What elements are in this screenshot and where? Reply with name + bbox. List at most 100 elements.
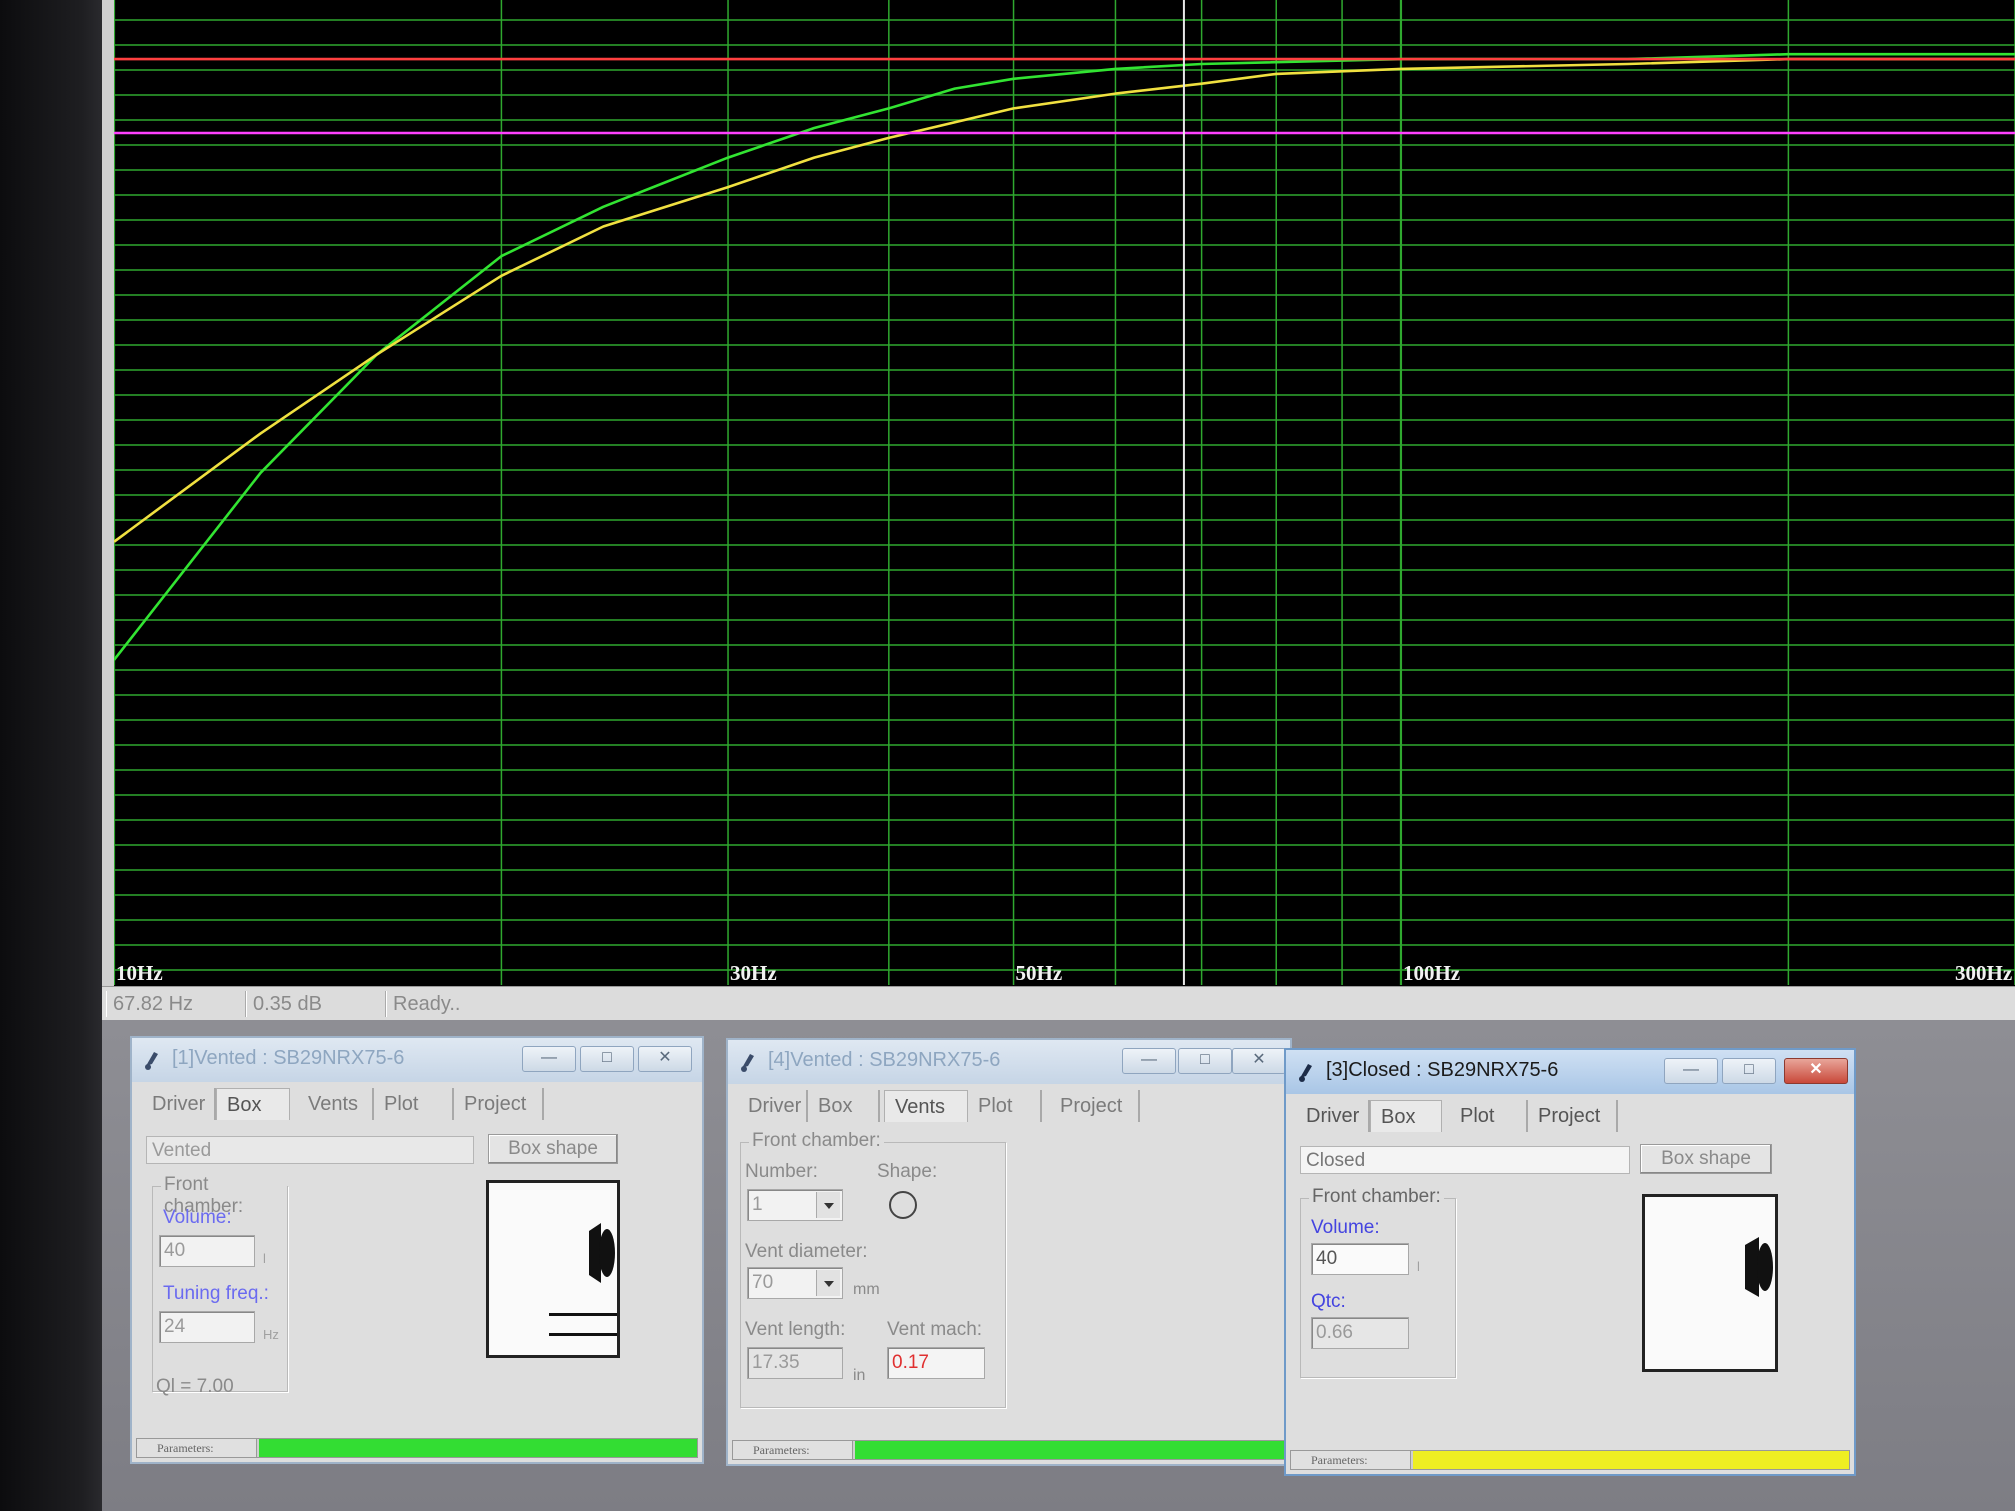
round-vent-shape-icon[interactable] xyxy=(889,1191,917,1219)
tab-box[interactable]: Box xyxy=(1370,1100,1442,1132)
close-button[interactable]: ✕ xyxy=(1784,1058,1848,1084)
number-combo[interactable]: 1 xyxy=(747,1189,843,1221)
monitor-bezel xyxy=(0,0,102,1511)
window-titlebar[interactable]: [4]Vented : SB29NRX75-6 — □ ✕ xyxy=(728,1040,1290,1084)
tick-label-50Hz: 50Hz xyxy=(1016,961,1063,985)
box-preview xyxy=(1642,1194,1778,1372)
tab-box[interactable]: Box xyxy=(808,1090,880,1122)
box-shape-button[interactable]: Box shape xyxy=(488,1134,618,1164)
maximize-button[interactable]: □ xyxy=(580,1046,634,1072)
vented-box-diagram xyxy=(549,1223,617,1336)
vent-diameter-unit: mm xyxy=(853,1281,880,1298)
vent-length-label: Vent length: xyxy=(745,1319,846,1340)
chevron-down-icon[interactable] xyxy=(816,1270,840,1296)
vent-diameter-label: Vent diameter: xyxy=(745,1241,868,1262)
parameters-label: Parameters: xyxy=(733,1441,853,1459)
close-button[interactable]: ✕ xyxy=(1232,1048,1286,1074)
group-title: Front chamber: xyxy=(1309,1186,1444,1208)
tab-driver[interactable]: Driver xyxy=(738,1090,808,1122)
tab-vents[interactable]: Vents xyxy=(884,1090,968,1122)
parameters-bar: Parameters: xyxy=(1290,1450,1850,1470)
vent-diameter-combo[interactable]: 70 xyxy=(747,1267,843,1299)
tick-label-300Hz: 300Hz xyxy=(1955,961,2012,985)
minimize-button[interactable]: — xyxy=(1664,1058,1718,1084)
vent-length-field: 17.35 xyxy=(747,1347,843,1379)
tab-plot[interactable]: Plot xyxy=(968,1090,1042,1122)
window-titlebar[interactable]: [1]Vented : SB29NRX75-6 — □ ✕ xyxy=(132,1038,702,1082)
volume-input[interactable]: 40 xyxy=(159,1235,255,1267)
chevron-down-icon[interactable] xyxy=(816,1192,840,1218)
parameters-status-fill xyxy=(1413,1451,1849,1469)
vent-diameter-value: 70 xyxy=(752,1272,774,1293)
minimize-button[interactable]: — xyxy=(1122,1048,1176,1074)
speaker-app-icon xyxy=(1299,1064,1312,1082)
number-label: Number: xyxy=(745,1161,818,1182)
closed-box-diagram xyxy=(1745,1237,1773,1297)
vent-mach-field: 0.17 xyxy=(887,1347,985,1379)
tuning-freq-unit: Hz xyxy=(263,1327,279,1342)
status-message: Ready.. xyxy=(386,991,2006,1017)
tab-project[interactable]: Project xyxy=(1050,1090,1140,1122)
speaker-app-icon xyxy=(145,1052,158,1070)
window-titlebar[interactable]: [3]Closed : SB29NRX75-6 — □ ✕ xyxy=(1286,1050,1854,1094)
tab-driver[interactable]: Driver xyxy=(142,1088,216,1120)
tuning-freq-label: Tuning freq.: xyxy=(163,1283,269,1304)
response-plot[interactable]: 10Hz 30Hz 50Hz 100Hz 300Hz xyxy=(114,0,2015,990)
box-type-field[interactable]: Closed xyxy=(1300,1146,1630,1174)
volume-unit: l xyxy=(263,1251,266,1266)
tab-box[interactable]: Box xyxy=(216,1088,290,1120)
ql-readout: Ql = 7.00 xyxy=(156,1376,234,1397)
shape-label: Shape: xyxy=(877,1161,938,1182)
volume-input[interactable]: 40 xyxy=(1311,1243,1409,1275)
parameters-status-fill xyxy=(855,1441,1285,1459)
tick-label-100Hz: 100Hz xyxy=(1403,961,1460,985)
window-vented-1[interactable]: [1]Vented : SB29NRX75-6 — □ ✕ Driver Box… xyxy=(130,1036,704,1464)
parameters-bar: Parameters: xyxy=(136,1438,698,1458)
window-title: [4]Vented : SB29NRX75-6 xyxy=(768,1049,1001,1071)
group-title: Front chamber: xyxy=(749,1130,884,1152)
parameters-label: Parameters: xyxy=(137,1439,257,1457)
tick-label-30Hz: 30Hz xyxy=(730,961,777,985)
maximize-button[interactable]: □ xyxy=(1722,1058,1776,1084)
box-shape-button[interactable]: Box shape xyxy=(1640,1144,1772,1174)
qtc-label: Qtc: xyxy=(1311,1291,1346,1312)
front-chamber-group: Front chamber: Volume: 40 l Tuning freq.… xyxy=(152,1174,288,1392)
response-plot-window: 10Hz 30Hz 50Hz 100Hz 300Hz xyxy=(102,0,2015,990)
maximize-button[interactable]: □ xyxy=(1178,1048,1232,1074)
parameters-bar: Parameters: xyxy=(732,1440,1286,1460)
vent-length-unit: in xyxy=(853,1367,866,1384)
volume-label: Volume: xyxy=(1311,1217,1380,1238)
speaker-app-icon xyxy=(741,1054,754,1072)
parameters-label: Parameters: xyxy=(1291,1451,1411,1469)
tuning-freq-input[interactable]: 24 xyxy=(159,1311,255,1343)
number-value: 1 xyxy=(752,1194,763,1215)
volume-label: Volume: xyxy=(163,1207,232,1228)
box-preview xyxy=(486,1180,620,1358)
tab-plot[interactable]: Plot xyxy=(1450,1100,1528,1132)
tab-vents[interactable]: Vents xyxy=(298,1088,374,1120)
vent-mach-label: Vent mach: xyxy=(887,1319,983,1340)
close-button[interactable]: ✕ xyxy=(638,1046,692,1072)
tab-plot[interactable]: Plot xyxy=(374,1088,454,1120)
box-type-field[interactable]: Vented xyxy=(146,1136,474,1164)
front-chamber-group: Front chamber: Volume: 40 l Qtc: 0.66 xyxy=(1300,1186,1456,1378)
tab-project[interactable]: Project xyxy=(454,1088,544,1120)
status-level: 0.35 dB xyxy=(246,991,386,1017)
frequency-tick-labels: 10Hz 30Hz 50Hz 100Hz 300Hz xyxy=(116,961,2012,985)
tab-project[interactable]: Project xyxy=(1528,1100,1618,1132)
window-title: [1]Vented : SB29NRX75-6 xyxy=(172,1047,405,1069)
window-vented-4[interactable]: [4]Vented : SB29NRX75-6 — □ ✕ Driver Box… xyxy=(726,1038,1292,1466)
vertical-gridlines xyxy=(114,0,2015,985)
window-title: [3]Closed : SB29NRX75-6 xyxy=(1326,1059,1559,1081)
minimize-button[interactable]: — xyxy=(522,1046,576,1072)
volume-unit: l xyxy=(1417,1259,1420,1274)
front-chamber-group: Front chamber: Number: 1 Shape: Vent dia… xyxy=(740,1130,1006,1408)
tick-label-10Hz: 10Hz xyxy=(116,961,163,985)
status-frequency: 67.82 Hz xyxy=(106,991,246,1017)
window-closed-3[interactable]: [3]Closed : SB29NRX75-6 — □ ✕ Driver Box… xyxy=(1284,1048,1856,1476)
qtc-field: 0.66 xyxy=(1311,1317,1409,1349)
horizontal-gridlines xyxy=(114,19,2015,971)
parameters-status-fill xyxy=(259,1439,697,1457)
response-chart[interactable]: 10Hz 30Hz 50Hz 100Hz 300Hz xyxy=(114,0,2015,990)
tab-driver[interactable]: Driver xyxy=(1296,1100,1370,1132)
